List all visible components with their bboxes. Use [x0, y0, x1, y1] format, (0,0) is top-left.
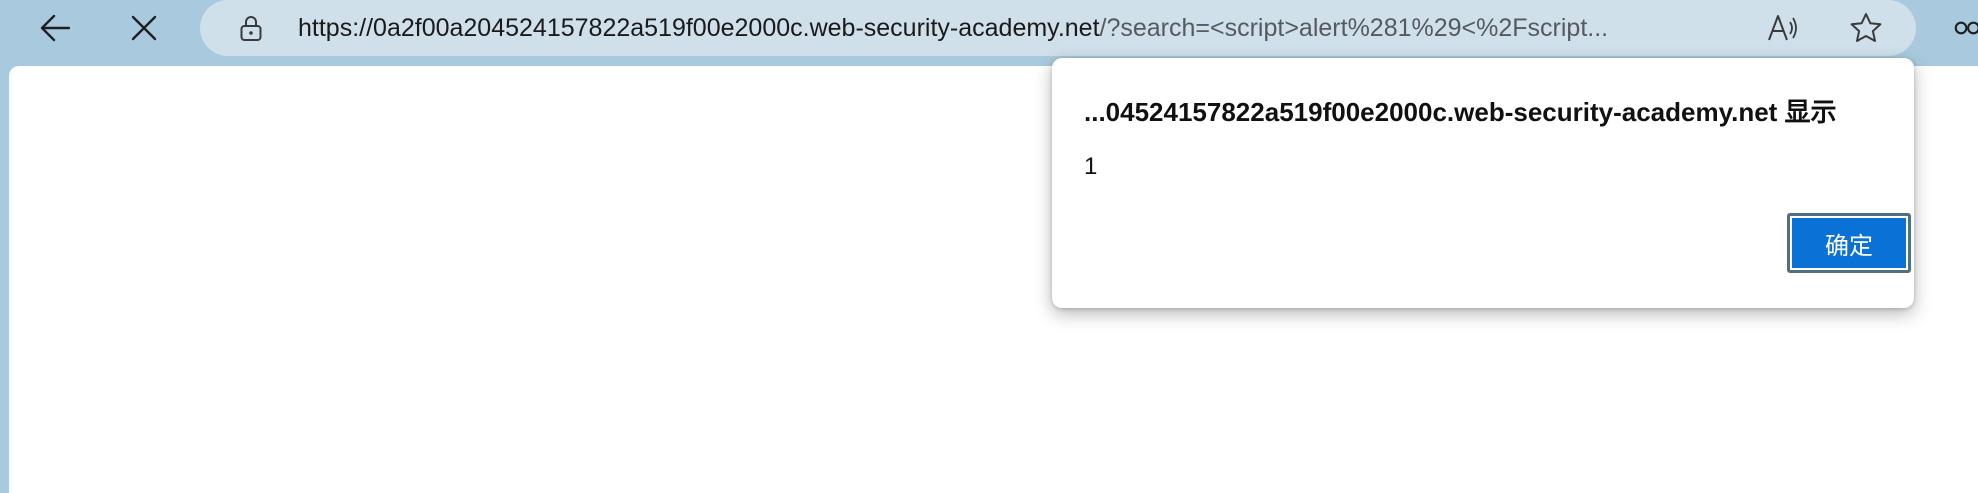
- dialog-message: 1: [1084, 153, 1098, 180]
- url-path: /?search=<script>alert%281%29<%2Fscript.…: [1099, 14, 1609, 42]
- dialog-title: ...04524157822a519f00e2000c.web-security…: [1084, 97, 1837, 127]
- ok-button[interactable]: 确定: [1787, 213, 1911, 273]
- back-button[interactable]: [29, 4, 81, 52]
- alert-dialog: ...04524157822a519f00e2000c.web-security…: [1052, 58, 1914, 308]
- stop-loading-button[interactable]: [118, 4, 170, 52]
- back-arrow-icon: [40, 14, 70, 42]
- lock-icon[interactable]: [236, 13, 266, 43]
- star-icon[interactable]: [1848, 10, 1884, 46]
- close-icon: [131, 15, 157, 41]
- more-icon[interactable]: [1954, 12, 1978, 44]
- browser-window: https://0a2f00a204524157822a519f00e2000c…: [0, 0, 1978, 493]
- read-aloud-icon[interactable]: [1766, 12, 1802, 44]
- url-text[interactable]: https://0a2f00a204524157822a519f00e2000c…: [298, 0, 1738, 56]
- browser-toolbar: https://0a2f00a204524157822a519f00e2000c…: [0, 0, 1978, 64]
- url-host: https://0a2f00a204524157822a519f00e2000c…: [298, 14, 1100, 42]
- address-bar[interactable]: https://0a2f00a204524157822a519f00e2000c…: [200, 0, 1916, 56]
